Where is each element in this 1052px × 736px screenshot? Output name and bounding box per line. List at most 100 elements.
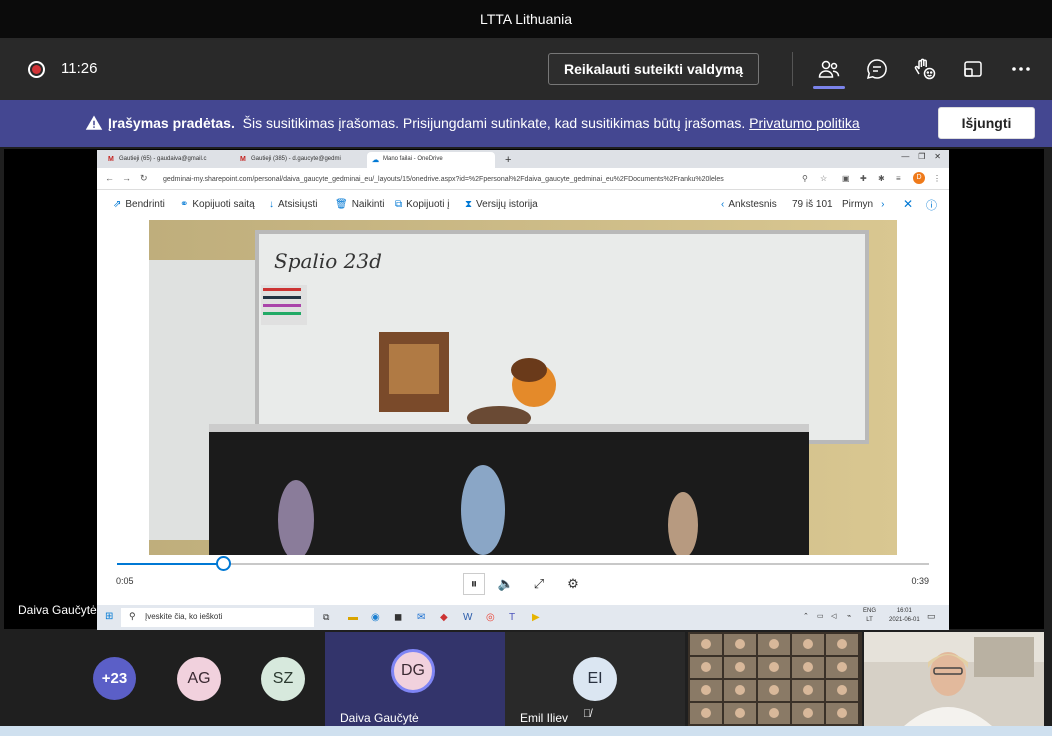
participant-camera-tile[interactable] — [864, 632, 1044, 726]
people-icon[interactable] — [815, 55, 843, 83]
browser-tab-strip: M Gautieji (65) - gaudaiva@gmail.c M Gau… — [97, 150, 949, 168]
participant-camera-video — [864, 632, 1044, 726]
warning-icon — [85, 114, 103, 137]
participant-video-grid[interactable] — [688, 632, 862, 726]
profile-avatar[interactable]: D — [913, 172, 925, 184]
more-icon[interactable] — [1007, 55, 1035, 83]
share-icon: ⇗ — [113, 199, 122, 210]
browser-menu-icon[interactable]: ⋮ — [933, 174, 941, 183]
reactions-icon[interactable] — [911, 55, 939, 83]
url-field[interactable]: gedminai-my.sharepoint.com/personal/daiv… — [163, 172, 793, 187]
info-icon[interactable]: ⓘ — [926, 197, 937, 213]
banner-message: Šis susitikimas įrašomas. Prisijungdami … — [242, 115, 746, 131]
chat-icon[interactable] — [863, 55, 891, 83]
chrome-icon[interactable]: ◎ — [486, 612, 495, 623]
trash-icon: 🗑 — [335, 199, 348, 210]
puppet-show-video-frame: Spalio 23d — [149, 220, 897, 555]
copy-link-button[interactable]: ⚭ Kopijuoti saitą — [180, 199, 255, 210]
input-language[interactable]: ENG LT — [863, 607, 876, 625]
total-time: 0:39 — [911, 576, 929, 586]
participant-avatar[interactable]: SZ — [261, 657, 305, 701]
file-explorer-icon[interactable]: ▬ — [348, 612, 358, 623]
video-player[interactable]: Spalio 23d — [149, 220, 897, 555]
notifications-icon[interactable]: ▭ — [927, 611, 936, 622]
store-icon[interactable]: ◼ — [394, 612, 402, 623]
share-button[interactable]: ⇗ Bendrinti — [113, 199, 165, 210]
reload-icon[interactable]: ↻ — [140, 173, 148, 184]
shared-screen: M Gautieji (65) - gaudaiva@gmail.c M Gau… — [97, 150, 949, 630]
app-icon[interactable]: ▶ — [532, 612, 540, 623]
share-tray-icon[interactable] — [959, 55, 987, 83]
task-view-icon[interactable]: ⧉ — [323, 612, 329, 623]
next-button[interactable]: Pirmyn › — [842, 199, 884, 210]
extension-icon[interactable]: ▣ — [842, 174, 850, 183]
copy-to-button[interactable]: ⧉ Kopijuoti į — [395, 199, 450, 210]
stop-recording-button[interactable]: Išjungti — [938, 107, 1035, 139]
delete-button[interactable]: 🗑 Naikinti — [335, 199, 385, 210]
edge-icon[interactable]: ◉ — [371, 612, 380, 623]
extensions-puzzle-icon[interactable]: ✱ — [878, 174, 885, 183]
windows-start-icon[interactable]: ⊞ — [105, 611, 113, 622]
browser-tab-active[interactable]: ☁ Mano failai - OneDrive — [367, 152, 495, 168]
version-history-button[interactable]: ⧗ Versijų istorija — [465, 199, 538, 210]
tray-network-icon[interactable]: ▭ — [817, 612, 824, 620]
extension-icon[interactable]: ✚ — [860, 174, 867, 183]
download-icon: ↓ — [269, 199, 274, 210]
settings-gear-icon[interactable]: ⚙ — [562, 576, 584, 592]
play-pause-icon[interactable]: ⏸ — [463, 573, 485, 595]
window-titlebar: LTTA Lithuania — [0, 0, 1052, 38]
people-active-indicator — [813, 86, 845, 89]
back-icon[interactable]: ← — [105, 173, 114, 183]
participant-name: Emil Iliev — [520, 711, 569, 725]
copy-icon: ⧉ — [395, 199, 403, 210]
seek-thumb[interactable] — [215, 556, 231, 571]
close-window-icon[interactable]: ✕ — [934, 152, 941, 161]
restore-icon[interactable]: ❐ — [918, 152, 925, 161]
onedrive-icon: ☁ — [372, 157, 379, 164]
tray-volume-icon[interactable]: ◁ — [831, 612, 836, 620]
forward-icon[interactable]: → — [122, 173, 131, 183]
taskbar-edge — [0, 726, 1052, 736]
recording-indicator-icon — [28, 61, 45, 78]
history-icon: ⧗ — [465, 199, 473, 210]
system-clock[interactable]: 16:01 2021-06-01 — [889, 607, 920, 625]
zoom-icon[interactable]: ⚲ — [802, 174, 808, 183]
banner-title: Įrašymas pradėtas. — [108, 115, 235, 131]
browser-tab[interactable]: M Gautieji (385) - d.gaucyte@gedmi — [235, 152, 363, 168]
teams-icon[interactable]: T — [509, 612, 515, 623]
download-button[interactable]: ↓ Atsisiųsti — [269, 199, 317, 210]
close-viewer-icon[interactable]: ✕ — [903, 197, 913, 211]
privacy-policy-link[interactable]: Privatumo politika — [749, 115, 860, 131]
taskbar-search-input[interactable]: ⚲ Įveskite čia, ko ieškoti — [121, 608, 314, 627]
banner-text: Įrašymas pradėtas. Šis susitikimas įrašo… — [108, 115, 860, 131]
new-tab-icon[interactable]: + — [499, 152, 519, 168]
gmail-icon: M — [240, 156, 246, 163]
volume-icon[interactable]: 🔈 — [495, 576, 517, 592]
tray-chevron-icon[interactable]: ⌃ — [803, 612, 809, 620]
previous-button[interactable]: ‹ Ankstesnis — [721, 199, 777, 210]
request-control-button[interactable]: Reikalauti suteikti valdymą — [548, 53, 759, 85]
mic-off-icon: 🎙̸ — [583, 708, 592, 720]
media-icon[interactable]: ≡ — [896, 174, 901, 183]
chevron-left-icon: ‹ — [721, 199, 725, 210]
participant-tile[interactable]: EI Emil Iliev — [505, 632, 685, 726]
meeting-toolbar: 11:26 Reikalauti suteikti valdymą — [0, 38, 1052, 100]
seek-progress — [117, 563, 223, 565]
fullscreen-icon[interactable]: ⤢ — [528, 576, 550, 592]
bookmark-star-icon[interactable]: ☆ — [820, 174, 827, 183]
participant-avatar[interactable]: AG — [177, 657, 221, 701]
seek-track[interactable] — [117, 556, 929, 571]
participant-tile-active-speaker[interactable]: DG Daiva Gaučytė — [325, 632, 505, 726]
mail-icon[interactable]: ✉ — [417, 612, 425, 623]
mcafee-icon[interactable]: ◆ — [440, 612, 448, 623]
participant-avatar: DG — [391, 649, 435, 693]
minimize-icon[interactable]: — — [901, 152, 909, 161]
browser-tab[interactable]: M Gautieji (65) - gaudaiva@gmail.c — [103, 152, 231, 168]
toolbar-divider — [792, 52, 793, 86]
presenter-name: Daiva Gaučytė — [18, 603, 97, 617]
more-participants-button[interactable]: +23 — [93, 657, 136, 700]
word-icon[interactable]: W — [463, 612, 472, 623]
browser-address-bar: ← → ↻ gedminai-my.sharepoint.com/persona… — [97, 168, 949, 190]
gmail-icon: M — [108, 156, 114, 163]
tray-wifi-icon[interactable]: ⌁ — [847, 612, 851, 620]
